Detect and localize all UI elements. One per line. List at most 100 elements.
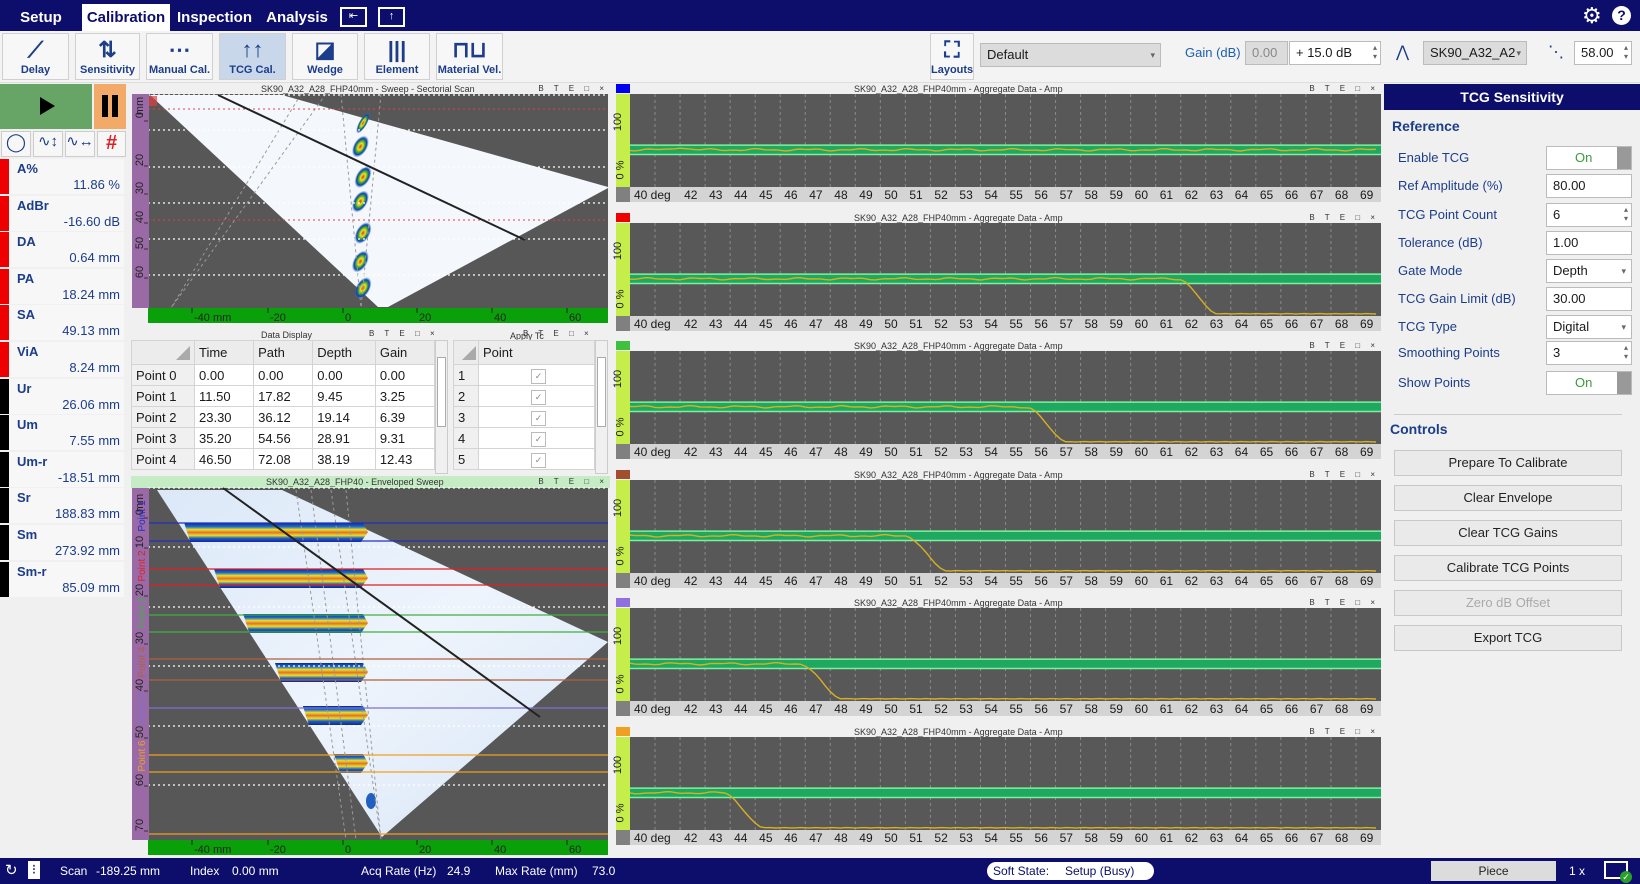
corner-cell[interactable]: [453, 340, 479, 365]
panel-left-icon[interactable]: ⇤: [340, 7, 367, 27]
table-cell[interactable]: 28.91: [312, 427, 376, 449]
prepare-to-calibrate-button[interactable]: Prepare To Calibrate: [1394, 450, 1622, 476]
sectorial-scan-image[interactable]: 02030405060-40 mm -20 0 20 40 60mm: [131, 84, 610, 324]
probe-status-icon[interactable]: ⁝: [28, 861, 40, 879]
layouts-button[interactable]: ⛶ Layouts: [930, 33, 974, 80]
angle-field[interactable]: 58.00 ▴ ▾: [1574, 41, 1632, 65]
window-controls[interactable]: B T E □ ×: [1309, 727, 1379, 736]
window-controls[interactable]: B T E □ ×: [369, 329, 439, 338]
play-button[interactable]: [0, 84, 92, 129]
gate-mode-select[interactable]: Depth ▾: [1546, 259, 1632, 283]
table-cell[interactable]: 9.31: [374, 427, 436, 449]
show-points-toggle[interactable]: On: [1546, 371, 1632, 395]
export-tcg-button[interactable]: Export TCG: [1394, 625, 1622, 651]
table-row[interactable]: Point 2 23.30 36.12 19.14 6.39: [131, 406, 436, 428]
column-header[interactable]: Point: [478, 340, 595, 365]
table-row[interactable]: Point 0 0.00 0.00 0.00 0.00: [131, 364, 436, 386]
waveform-amplitude-icon[interactable]: ∿↕: [33, 131, 63, 157]
toolbar-tcg-cal-button[interactable]: ↑↑ TCG Cal.: [219, 33, 286, 80]
window-controls[interactable]: B T E □ ×: [523, 329, 593, 338]
tab-inspection[interactable]: Inspection: [170, 4, 259, 31]
apply-checkbox[interactable]: ✓: [531, 368, 546, 384]
table-cell[interactable]: 36.12: [253, 406, 314, 428]
probe-select[interactable]: SK90_A32_A2 ▾: [1423, 41, 1527, 65]
window-controls[interactable]: B T E □ ×: [1309, 341, 1379, 350]
tab-analysis[interactable]: Analysis: [259, 4, 335, 31]
table-cell[interactable]: 0.00: [374, 364, 436, 386]
refresh-icon[interactable]: ↻: [5, 861, 18, 879]
table-cell[interactable]: 54.56: [253, 427, 314, 449]
apply-checkbox[interactable]: ✓: [531, 452, 546, 468]
table-cell[interactable]: 46.50: [193, 448, 255, 470]
gain-offset-field[interactable]: + 15.0 dB ▴ ▾: [1289, 41, 1381, 65]
a-scan-graph[interactable]: [630, 222, 1381, 316]
spinner-icon[interactable]: ▴ ▾: [1624, 43, 1628, 61]
monitor-icon[interactable]: ✓: [1604, 861, 1632, 883]
a-scan-graph[interactable]: [630, 737, 1381, 830]
enable-tcg-toggle[interactable]: On: [1546, 146, 1632, 170]
grid-icon[interactable]: #: [97, 131, 126, 157]
table-cell[interactable]: 9.45: [312, 385, 376, 407]
a-scan-graph[interactable]: [630, 351, 1381, 445]
smoothing-points-input[interactable]: 3 ▴ ▾: [1546, 341, 1632, 365]
table-cell[interactable]: 19.14: [312, 406, 376, 428]
gear-icon[interactable]: ⚙: [1582, 3, 1602, 29]
clear-envelope-button[interactable]: Clear Envelope: [1394, 485, 1622, 511]
table-cell[interactable]: 6.39: [374, 406, 436, 428]
table-cell[interactable]: 23.30: [193, 406, 255, 428]
window-controls[interactable]: B T E □ ×: [1309, 598, 1379, 607]
a-scan-graph[interactable]: [630, 479, 1381, 573]
apply-checkbox[interactable]: ✓: [531, 389, 546, 405]
spinner-icon[interactable]: ▴ ▾: [1624, 343, 1628, 361]
toolbar-material-vel-button[interactable]: ⊓⊔ Material Vel.: [436, 33, 503, 80]
toolbar-delay-button[interactable]: ⟋ Delay: [2, 33, 69, 80]
table-cell[interactable]: 0.00: [253, 364, 314, 386]
ref-amplitude-input[interactable]: 80.00: [1546, 174, 1632, 198]
column-header[interactable]: Depth: [312, 340, 376, 365]
table-row[interactable]: Point 4 46.50 72.08 38.19 12.43: [131, 448, 436, 470]
a-scan-graph[interactable]: [630, 608, 1381, 702]
window-controls[interactable]: B T E □ ×: [1309, 213, 1379, 222]
table-cell[interactable]: 12.43: [374, 448, 436, 470]
a-scan-graph[interactable]: [630, 94, 1381, 187]
toolbar-element-button[interactable]: ||| Element: [364, 33, 430, 80]
piece-button[interactable]: Piece: [1431, 861, 1556, 881]
table-cell[interactable]: 0.00: [193, 364, 255, 386]
column-header[interactable]: Time: [193, 340, 255, 365]
calibrate-tcg-points-button[interactable]: Calibrate TCG Points: [1394, 555, 1622, 581]
table-row[interactable]: Point 1 11.50 17.82 9.45 3.25: [131, 385, 436, 407]
tcg-point-count-input[interactable]: 6 ▴ ▾: [1546, 203, 1632, 227]
window-controls[interactable]: B T E □ ×: [1309, 470, 1379, 479]
tcg-type-select[interactable]: Digital ▾: [1546, 315, 1632, 339]
enveloped-sweep-image[interactable]: 010203040506070-40 mm -20 0 20 40 60mmPoint 1…: [131, 476, 610, 856]
table-cell[interactable]: 38.19: [312, 448, 376, 470]
spinner-icon[interactable]: ▴ ▾: [1373, 43, 1377, 61]
table-row[interactable]: Point 3 35.20 54.56 28.91 9.31: [131, 427, 436, 449]
clear-tcg-gains-button[interactable]: Clear TCG Gains: [1394, 520, 1622, 546]
spinner-icon[interactable]: ▴ ▾: [1624, 205, 1628, 223]
column-header[interactable]: Gain: [374, 340, 436, 365]
table-cell[interactable]: 17.82: [253, 385, 314, 407]
waveform-time-icon[interactable]: ∿↔: [65, 131, 95, 157]
pause-button[interactable]: [94, 84, 126, 129]
tab-calibration[interactable]: Calibration: [82, 4, 170, 31]
window-controls[interactable]: B T E □ ×: [1309, 84, 1379, 93]
tolerance-db-input[interactable]: 1.00: [1546, 231, 1632, 255]
corner-cell[interactable]: [131, 340, 195, 365]
toolbar-wedge-button[interactable]: ◪ Wedge: [292, 33, 358, 80]
layout-select[interactable]: Default ▾: [980, 43, 1161, 67]
help-icon[interactable]: ?: [1612, 6, 1631, 25]
table-cell[interactable]: 11.50: [193, 385, 255, 407]
table-cell[interactable]: 72.08: [253, 448, 314, 470]
cursor-icon[interactable]: ◯: [1, 131, 31, 157]
table-cell[interactable]: 35.20: [193, 427, 255, 449]
toolbar-sensitivity-button[interactable]: ⇅ Sensitivity: [75, 33, 140, 80]
tab-setup[interactable]: Setup: [0, 4, 82, 31]
scrollbar[interactable]: [595, 340, 608, 474]
panel-up-icon[interactable]: ↑: [378, 7, 405, 27]
apply-checkbox[interactable]: ✓: [531, 431, 546, 447]
column-header[interactable]: Path: [253, 340, 314, 365]
tcg-gain-limit-db-input[interactable]: 30.00: [1546, 287, 1632, 311]
table-cell[interactable]: 3.25: [374, 385, 436, 407]
scrollbar[interactable]: [435, 340, 448, 474]
